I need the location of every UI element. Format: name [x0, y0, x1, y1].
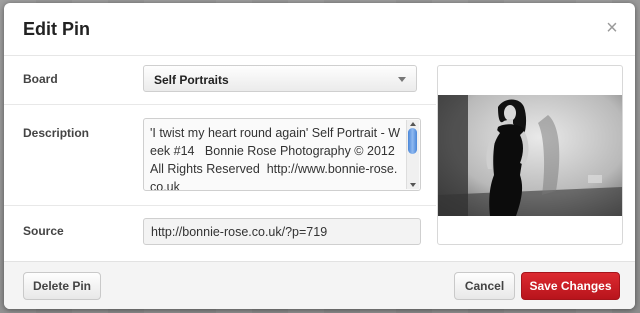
source-input-value: http://bonnie-rose.co.uk/?p=719 [151, 225, 328, 239]
description-textarea[interactable]: 'I twist my heart round again' Self Port… [143, 118, 421, 191]
board-select-value: Self Portraits [154, 73, 229, 87]
pin-image-preview [437, 65, 623, 245]
close-icon[interactable]: × [604, 18, 620, 38]
save-changes-button[interactable]: Save Changes [521, 272, 620, 300]
delete-pin-button[interactable]: Delete Pin [23, 272, 101, 300]
board-label: Board [23, 72, 58, 86]
pin-photo [438, 95, 622, 216]
scroll-down-arrow-icon[interactable] [410, 183, 416, 187]
dialog-footer: Delete Pin Cancel Save Changes [4, 261, 635, 309]
description-text: 'I twist my heart round again' Self Port… [150, 126, 400, 191]
description-label: Description [23, 126, 90, 140]
source-label: Source [23, 224, 64, 238]
description-scrollbar[interactable] [406, 120, 419, 189]
cancel-button[interactable]: Cancel [454, 272, 515, 300]
dialog-header: Edit Pin × [4, 3, 635, 56]
scrollbar-thumb[interactable] [408, 128, 417, 154]
scroll-up-arrow-icon[interactable] [410, 122, 416, 126]
board-select[interactable]: Self Portraits [143, 65, 417, 92]
source-input[interactable]: http://bonnie-rose.co.uk/?p=719 [143, 218, 421, 245]
dropdown-arrow-icon [398, 77, 406, 82]
dialog-title: Edit Pin [23, 19, 90, 39]
edit-pin-dialog: Edit Pin × Board Self Portraits Descript… [4, 3, 635, 309]
